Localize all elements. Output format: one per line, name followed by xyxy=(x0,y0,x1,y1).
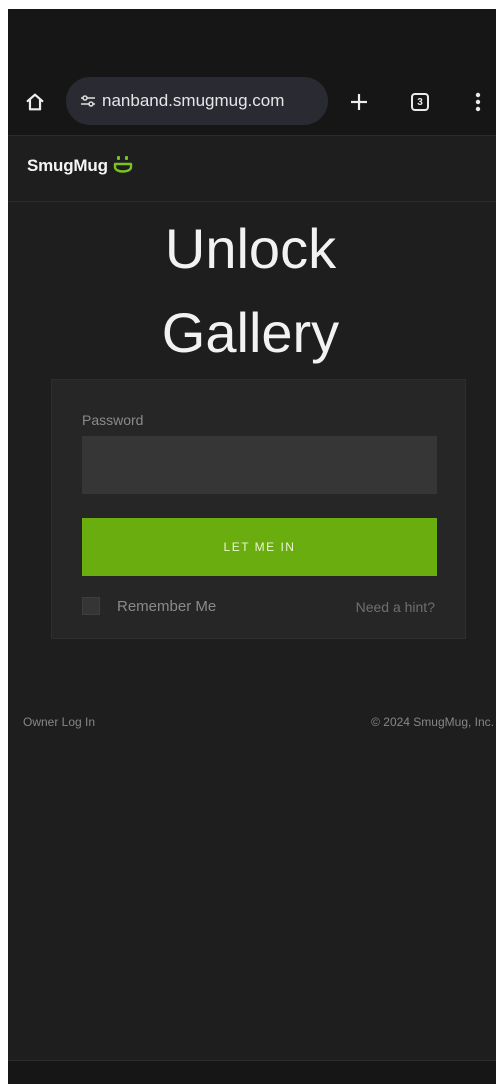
smugmug-logo[interactable]: SmugMug xyxy=(27,154,134,178)
owner-login-link[interactable]: Owner Log In xyxy=(23,715,95,729)
remember-me-label[interactable]: Remember Me xyxy=(117,598,216,615)
navigation-bar xyxy=(8,1060,496,1084)
page-title-line1: Unlock xyxy=(164,217,337,280)
site-header: SmugMug xyxy=(8,136,496,202)
logo-text: SmugMug xyxy=(27,156,108,175)
tune-icon[interactable] xyxy=(80,94,96,108)
home-button[interactable] xyxy=(22,89,48,115)
remember-me-row[interactable]: Remember Me xyxy=(82,597,216,615)
tab-switcher-icon: 3 xyxy=(411,93,429,111)
need-a-hint-link[interactable]: Need a hint? xyxy=(356,599,435,615)
page-title: Unlock Gallery xyxy=(8,207,496,375)
more-vert-icon xyxy=(475,92,481,112)
unlock-form: Password LET ME IN Remember Me Need a hi… xyxy=(51,379,466,639)
browser-toolbar: nanband.smugmug.com 3 xyxy=(8,67,496,136)
phone-screen: nanband.smugmug.com 3 SmugMug Unlock Gal… xyxy=(8,9,496,1084)
remember-me-checkbox[interactable] xyxy=(82,597,100,615)
copyright-text: © 2024 SmugMug, Inc. xyxy=(371,715,494,729)
plus-icon xyxy=(351,94,367,110)
tab-switcher-button[interactable]: 3 xyxy=(407,89,433,115)
status-bar xyxy=(8,9,496,67)
new-tab-button[interactable] xyxy=(346,89,372,115)
url-text: nanband.smugmug.com xyxy=(102,91,285,110)
smugmug-logo-icon xyxy=(113,156,132,173)
password-field[interactable] xyxy=(82,436,437,494)
password-label: Password xyxy=(82,412,144,428)
home-icon xyxy=(26,93,44,111)
page-title-line2: Gallery xyxy=(161,301,340,364)
let-me-in-button[interactable]: LET ME IN xyxy=(82,518,437,576)
browser-menu-button[interactable] xyxy=(468,89,488,115)
address-bar[interactable]: nanband.smugmug.com xyxy=(66,77,328,125)
